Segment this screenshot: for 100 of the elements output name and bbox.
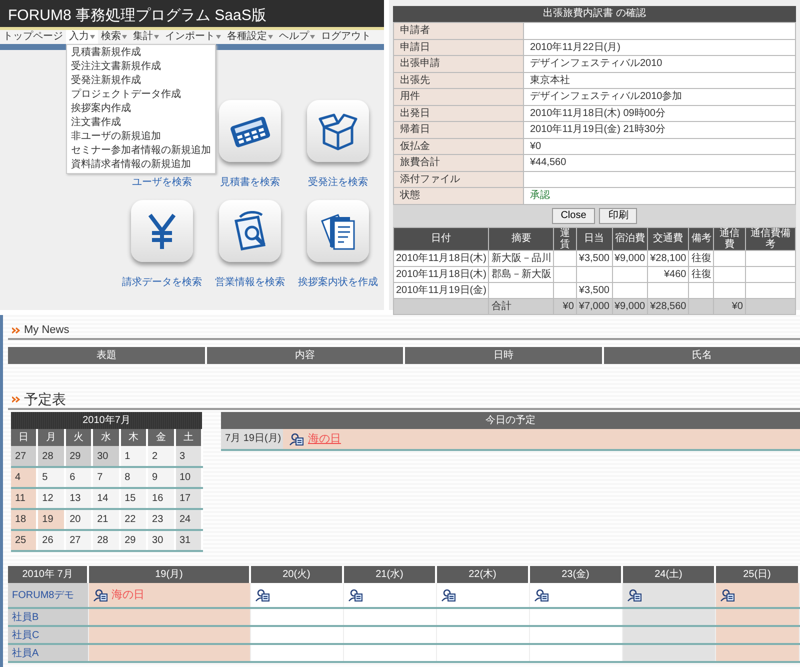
table-cell: 2010年11月18日(木) — [394, 266, 489, 282]
double-chevron-icon — [12, 396, 20, 402]
calendar-day[interactable]: 11 — [11, 488, 38, 509]
column-header: 摘要 — [488, 227, 554, 250]
table-cell: ¥0 — [714, 298, 746, 314]
menu-item[interactable]: 注文書作成 — [67, 116, 215, 130]
launcher-tile[interactable] — [131, 200, 193, 262]
table-cell: ¥28,100 — [648, 250, 689, 266]
calendar-day[interactable]: 30 — [92, 446, 120, 467]
schedule-cell[interactable] — [436, 583, 529, 608]
member-link[interactable]: FORUM8デモ — [8, 583, 88, 608]
nav-item[interactable]: ヘルプ — [276, 30, 318, 44]
nav-item[interactable]: 検索 — [98, 30, 130, 44]
day-header: 21(水) — [343, 566, 436, 583]
calendar-day[interactable]: 2 — [147, 446, 174, 467]
box-icon — [318, 111, 358, 151]
calendar-day[interactable]: 28 — [37, 446, 65, 467]
member-link[interactable]: 社員B — [8, 608, 88, 626]
weekday-header: 月 — [37, 429, 65, 446]
menu-item[interactable]: 受注注文書新規作成 — [67, 60, 215, 74]
menu-item[interactable]: セミナー参加者情報の新規追加 — [67, 144, 215, 158]
field-label: 仮払金 — [394, 138, 524, 154]
column-header: 宿泊費 — [612, 227, 648, 250]
table-cell: ¥3,500 — [576, 282, 612, 298]
member-link[interactable]: 社員C — [8, 626, 88, 644]
schedule-cell[interactable] — [250, 583, 343, 608]
calendar-day[interactable]: 18 — [11, 509, 38, 530]
print-button[interactable]: 印刷 — [599, 208, 638, 224]
calendar-day[interactable]: 29 — [64, 446, 92, 467]
calendar-day[interactable]: 23 — [147, 509, 174, 530]
calendar-day[interactable]: 27 — [11, 446, 38, 467]
calendar-day[interactable]: 7 — [92, 467, 120, 488]
calendar-day[interactable]: 26 — [37, 530, 65, 551]
table-cell: ¥28,560 — [648, 298, 689, 314]
field-label: 申請日 — [394, 39, 524, 56]
menu-item[interactable]: 見積書新規作成 — [67, 46, 215, 60]
field-value: デザインフェスティバル2010 — [524, 56, 796, 72]
calendar-day[interactable]: 16 — [147, 488, 174, 509]
column-header: 氏名 — [604, 347, 800, 364]
field-value: デザインフェスティバル2010参加 — [524, 88, 796, 105]
schedule-cell[interactable] — [343, 583, 436, 608]
calendar-day[interactable]: 9 — [147, 467, 174, 488]
column-header: 日当 — [576, 227, 612, 250]
corner-header: 2010年 7月 — [8, 566, 88, 583]
documents-icon — [318, 211, 358, 251]
weekday-header: 水 — [92, 429, 120, 446]
nav-item[interactable]: 各種設定 — [224, 30, 276, 44]
column-header: 日時 — [405, 347, 602, 364]
nav-item[interactable]: インポート — [162, 30, 224, 44]
menu-item[interactable]: プロジェクトデータ作成 — [67, 88, 215, 102]
calendar-day[interactable]: 19 — [37, 509, 65, 530]
calendar-day[interactable]: 4 — [11, 467, 38, 488]
caret-icon — [122, 35, 127, 39]
calendar-day[interactable]: 3 — [174, 446, 202, 467]
calendar-day[interactable]: 1 — [120, 446, 148, 467]
column-header: 表題 — [8, 347, 204, 364]
tile-link[interactable]: 挨拶案内状を作成 — [298, 275, 378, 290]
launcher-tile[interactable] — [219, 100, 281, 162]
column-header: 内容 — [206, 347, 403, 364]
launcher-tile[interactable] — [219, 200, 281, 262]
member-link[interactable]: 社員A — [8, 644, 88, 662]
calendar-day[interactable]: 14 — [92, 488, 120, 509]
launcher-tile[interactable] — [307, 200, 369, 262]
menu-item[interactable]: 資料請求者情報の新規追加 — [67, 158, 215, 172]
field-label: 用件 — [394, 88, 524, 105]
nav-item[interactable]: 入力 — [66, 30, 98, 44]
schedule-cell[interactable] — [622, 583, 715, 608]
calendar-day[interactable]: 28 — [92, 530, 120, 551]
schedule-cell[interactable] — [529, 583, 622, 608]
field-value: 2010年11月22日(月) — [524, 39, 796, 56]
column-header: 通信費備考 — [745, 227, 796, 250]
tile-link[interactable]: 営業情報を検索 — [215, 275, 285, 290]
calendar-day[interactable]: 12 — [37, 488, 65, 509]
calendar-day[interactable]: 21 — [92, 509, 120, 530]
field-value: ¥44,560 — [524, 154, 796, 171]
total-label: 合計 — [488, 298, 554, 314]
tile-link[interactable]: ユーザを検索 — [132, 175, 192, 190]
calendar-day[interactable]: 5 — [37, 467, 65, 488]
menu-item[interactable]: 挨拶案内作成 — [67, 102, 215, 116]
nav-item[interactable]: トップページ — [0, 30, 66, 44]
column-header: 交通費 — [648, 227, 689, 250]
nav-item[interactable]: ログアウト — [318, 30, 374, 44]
schedule-cell[interactable] — [715, 583, 799, 608]
tile-link[interactable]: 受発注を検索 — [308, 175, 368, 190]
calendar-day[interactable]: 30 — [147, 530, 174, 551]
field-value: 2010年11月18日(木) 09時00分 — [524, 105, 796, 122]
column-header: 備考 — [688, 227, 714, 250]
tile-link[interactable]: 請求データを検索 — [122, 275, 202, 290]
close-button[interactable]: Close — [552, 208, 596, 224]
nav-item[interactable]: 集計 — [130, 30, 162, 44]
launcher-tile[interactable] — [307, 100, 369, 162]
weekday-header: 木 — [120, 429, 148, 446]
field-label: 状態 — [394, 188, 524, 204]
report-title: 出張旅費内訳書 の確認 — [393, 6, 796, 22]
caret-icon — [268, 35, 273, 39]
day-header: 23(金) — [529, 566, 622, 583]
menu-item[interactable]: 受発注新規作成 — [67, 74, 215, 88]
calendar-day[interactable]: 25 — [11, 530, 38, 551]
tile-link[interactable]: 見積書を検索 — [220, 175, 280, 190]
menu-item[interactable]: 非ユーザの新規追加 — [67, 130, 215, 144]
